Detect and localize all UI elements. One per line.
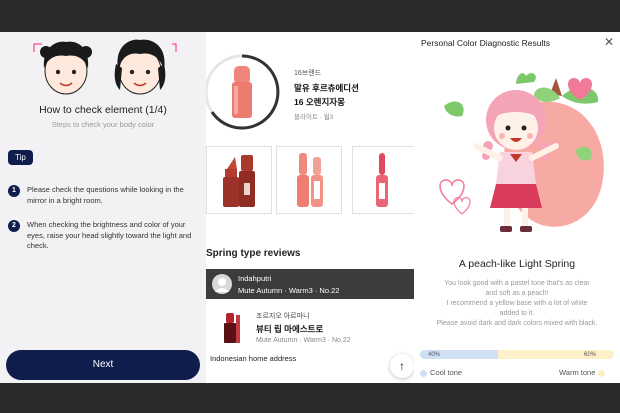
product-thumbnail-2[interactable] bbox=[276, 146, 342, 214]
faces-illustration-icon bbox=[33, 39, 177, 95]
step-text: Please check the questions while looking… bbox=[27, 185, 184, 205]
lipstick-icon bbox=[223, 155, 255, 207]
product-thumbnail-1[interactable] bbox=[206, 146, 272, 214]
guide-panel: How to check element (1/4) Steps to chec… bbox=[0, 32, 206, 383]
review-product-row[interactable]: 조르지오 아르마니 뷰티 립 마에스트로 Mute Autumn · Warm3… bbox=[206, 303, 414, 353]
product-name-line2: 16 오렌지자몽 bbox=[294, 97, 345, 107]
result-panel-title: Personal Color Diagnostic Results bbox=[421, 38, 550, 48]
result-panel: Personal Color Diagnostic Results ✕ A pe… bbox=[414, 32, 620, 383]
result-title: A peach-like Light Spring bbox=[458, 258, 576, 270]
user-avatar-icon bbox=[215, 278, 229, 292]
result-description: You look good with a pastel tone that's … bbox=[418, 279, 616, 329]
lipstick-icon bbox=[224, 313, 240, 343]
warm-tone-label: Warm tone bbox=[559, 368, 596, 377]
step-number: 1 bbox=[8, 185, 20, 197]
avatar bbox=[212, 274, 232, 294]
guide-subtitle: Steps to check your body color bbox=[51, 120, 155, 129]
review-product-brand: 조르지오 아르마니 bbox=[256, 313, 310, 320]
review-product-name: 뷰티 립 마에스트로 bbox=[256, 324, 324, 334]
desc-line: and soft as a peach! bbox=[485, 290, 549, 297]
reviews-heading: Spring type reviews bbox=[206, 248, 301, 259]
cool-dot-icon bbox=[420, 369, 427, 377]
review-user-tags: Mute Autumn · Warm3 · No.22 bbox=[238, 286, 340, 295]
review-username: Indahputri bbox=[238, 274, 272, 283]
product-brand: 16브랜드 bbox=[294, 70, 322, 77]
scroll-top-button[interactable]: ↑ bbox=[390, 354, 414, 378]
cool-tone-label: Cool tone bbox=[430, 368, 463, 377]
product-shade: 블라이트 · 웜3 bbox=[294, 114, 334, 121]
warm-tone-legend: Warm tone bbox=[559, 368, 608, 377]
product-panel: 16브랜드 말유 후르츄에디션 16 오렌지자몽 블라이트 · 웜3 Sprin… bbox=[206, 32, 414, 383]
review-product-tags: Mute Autumn · Warm3 · No.22 bbox=[256, 337, 351, 344]
product-thumbnail-3[interactable] bbox=[352, 146, 414, 214]
product-image-icon[interactable] bbox=[206, 52, 282, 132]
warm-dot-icon bbox=[597, 369, 605, 377]
desc-line: added to it. bbox=[499, 310, 535, 317]
warm-percent-label: 60% bbox=[584, 352, 597, 358]
guide-title: How to check element (1/4) bbox=[39, 104, 167, 116]
tip-badge: Tip bbox=[8, 150, 33, 165]
cool-percent-label: 40% bbox=[428, 352, 441, 358]
cool-tone-legend: Cool tone bbox=[420, 368, 462, 377]
desc-line: Please avoid dark and dark colors mixed … bbox=[436, 320, 598, 327]
next-button[interactable]: Next bbox=[6, 350, 200, 380]
address-text: Indonesian home address bbox=[210, 354, 297, 363]
bottom-black-bar bbox=[0, 383, 620, 413]
desc-line: You look good with a pastel tone that's … bbox=[444, 280, 590, 287]
close-icon[interactable]: ✕ bbox=[604, 35, 614, 49]
desc-line: I recommend a yellow base with a lot of … bbox=[446, 300, 588, 307]
lip-tint-icon bbox=[297, 153, 323, 207]
lip-gloss-icon bbox=[376, 153, 388, 207]
review-user-row[interactable]: Indahputri Mute Autumn · Warm3 · No.22 bbox=[206, 269, 414, 299]
product-name-line1: 말유 후르츄에디션 bbox=[294, 83, 359, 93]
step-number: 2 bbox=[8, 220, 20, 232]
step-text: When checking the brightness and color o… bbox=[27, 220, 192, 250]
top-black-bar bbox=[0, 0, 620, 32]
peach-character-icon bbox=[439, 73, 604, 232]
